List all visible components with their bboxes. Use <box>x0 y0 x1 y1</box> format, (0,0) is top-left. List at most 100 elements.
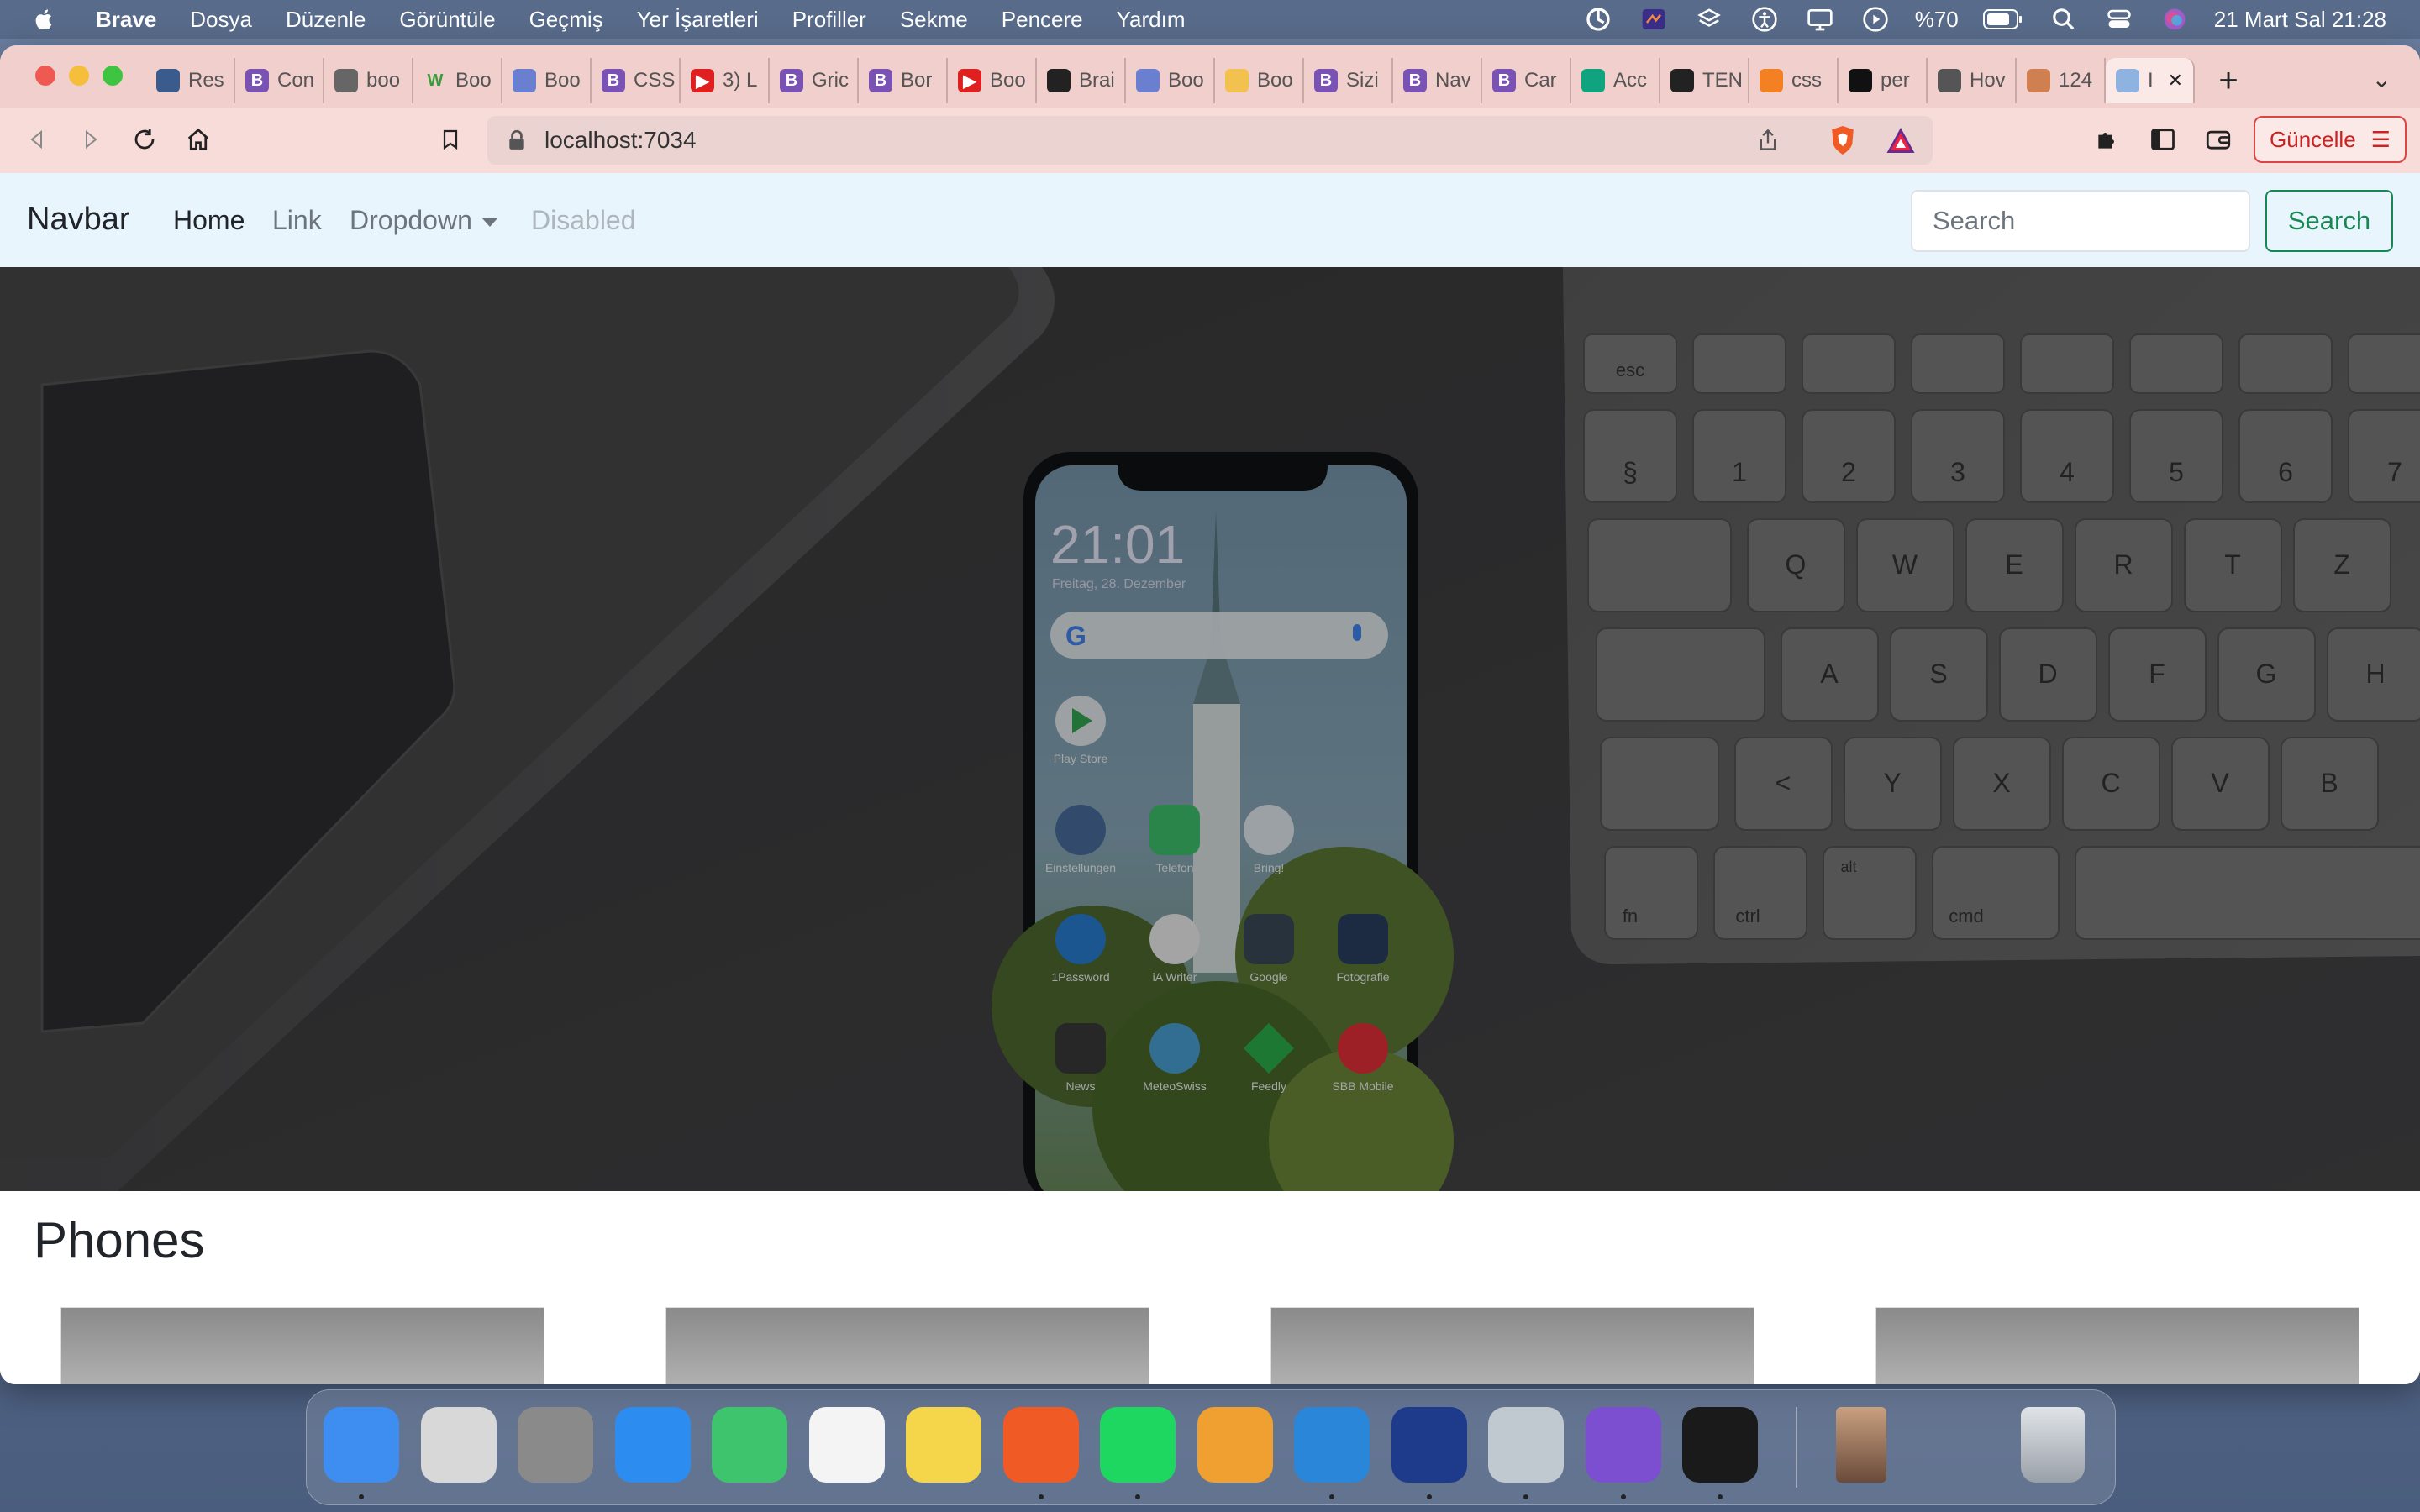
browser-tab[interactable]: per <box>1839 58 1928 103</box>
menu-sekme[interactable]: Sekme <box>900 7 968 33</box>
forward-button[interactable] <box>76 124 106 155</box>
browser-tab[interactable]: Acc <box>1571 58 1660 103</box>
browser-tab[interactable]: W Boo <box>413 58 502 103</box>
menu-yer-isaretleri[interactable]: Yer İşaretleri <box>637 7 759 33</box>
browser-tab[interactable]: B Sizi <box>1304 58 1393 103</box>
dock-system-preferences-icon[interactable] <box>518 1407 593 1483</box>
w3-icon <box>1136 69 1160 92</box>
play-icon[interactable] <box>1860 4 1891 34</box>
browser-tab[interactable]: B Nav <box>1393 58 1482 103</box>
display-icon[interactable] <box>1805 4 1835 34</box>
dock-running-indicator <box>1038 1494 1044 1499</box>
dock-trash-icon[interactable] <box>2021 1407 2085 1483</box>
menu-yardim[interactable]: Yardım <box>1117 7 1186 33</box>
dock-visual-studio-icon[interactable] <box>1585 1407 1661 1483</box>
accessibility-icon[interactable] <box>1749 4 1780 34</box>
browser-tab[interactable]: ▶ Boo <box>948 58 1037 103</box>
siri-icon[interactable] <box>2160 4 2190 34</box>
browser-tab[interactable]: TEN <box>1660 58 1749 103</box>
menu-goruntule[interactable]: Görüntüle <box>399 7 495 33</box>
battery-icon[interactable] <box>1982 4 2023 34</box>
dock-brave-icon[interactable] <box>1002 1407 1079 1483</box>
menu-app-brave[interactable]: Brave <box>96 7 156 33</box>
zoom-window-button[interactable] <box>103 66 123 86</box>
layers-icon[interactable] <box>1694 4 1724 34</box>
phone-card-image[interactable] <box>666 1307 1150 1384</box>
browser-tab[interactable]: Res <box>146 58 235 103</box>
sidebar-toggle-icon[interactable] <box>2148 124 2178 155</box>
browser-tab[interactable]: 124 <box>2017 58 2106 103</box>
dock-safari-icon[interactable] <box>614 1407 691 1483</box>
dock-terminal-icon[interactable] <box>1682 1407 1758 1483</box>
dock-mattermost-icon[interactable] <box>1391 1407 1467 1483</box>
apple-icon[interactable] <box>32 7 57 32</box>
update-button[interactable]: Güncelle ☰ <box>2254 116 2407 163</box>
search-input[interactable] <box>1911 190 2250 252</box>
browser-tab[interactable]: Boo <box>502 58 592 103</box>
home-button[interactable] <box>183 124 213 155</box>
dock-finder-icon[interactable] <box>324 1407 399 1483</box>
browser-tab[interactable]: Boo <box>1126 58 1215 103</box>
browser-tab[interactable]: B Car <box>1482 58 1571 103</box>
timer-icon[interactable] <box>1583 4 1613 34</box>
dock-pages-icon[interactable] <box>1197 1407 1273 1483</box>
phone-card-image[interactable] <box>60 1307 544 1384</box>
dock-facetime-icon[interactable] <box>712 1407 787 1483</box>
dock-reminders-icon[interactable] <box>808 1407 885 1483</box>
tab-label: I <box>2148 69 2154 92</box>
reload-button[interactable] <box>129 124 160 155</box>
brave-rewards-icon[interactable] <box>1886 126 1916 155</box>
dock-spotify-icon[interactable] <box>1100 1407 1176 1483</box>
menu-pencere[interactable]: Pencere <box>1002 7 1083 33</box>
screen-app-icon[interactable] <box>1639 4 1669 34</box>
browser-tab[interactable]: B Bor <box>859 58 948 103</box>
bookmark-button[interactable] <box>435 124 466 155</box>
menu-profiller[interactable]: Profiller <box>792 7 866 33</box>
minimize-window-button[interactable] <box>69 66 89 86</box>
phone-card-image[interactable] <box>1876 1307 2360 1384</box>
browser-tab[interactable]: I ✕ <box>2106 58 2195 103</box>
dock-separator <box>1796 1407 1797 1488</box>
nav-dropdown-toggle[interactable]: Dropdown <box>350 205 497 236</box>
browser-tab[interactable]: Hov <box>1928 58 2017 103</box>
dock-launchpad-icon[interactable] <box>420 1407 497 1483</box>
close-window-button[interactable] <box>35 66 55 86</box>
browser-tab[interactable]: boo <box>324 58 413 103</box>
extensions-puzzle-icon[interactable] <box>2092 124 2123 155</box>
search-button[interactable]: Search <box>2265 190 2393 252</box>
browser-tab[interactable]: ▶ 3) L <box>681 58 770 103</box>
spotlight-search-icon[interactable] <box>2049 4 2079 34</box>
dock-preview-icon[interactable] <box>1488 1407 1564 1483</box>
browser-tab[interactable]: Boo <box>1215 58 1304 103</box>
dock-visual-studio-code-icon[interactable] <box>1294 1407 1370 1483</box>
browser-tab[interactable]: css <box>1749 58 1839 103</box>
menu-gecmis[interactable]: Geçmiş <box>529 7 603 33</box>
nav-link-home[interactable]: Home <box>173 205 245 236</box>
menu-dosya[interactable]: Dosya <box>190 7 252 33</box>
dock-photo-thumbnail[interactable] <box>1836 1407 1886 1483</box>
new-tab-button[interactable]: + <box>2203 58 2254 103</box>
dock-notes-icon[interactable] <box>906 1407 981 1483</box>
globe-icon <box>334 69 358 92</box>
wallet-icon[interactable] <box>2203 124 2233 155</box>
youtube-icon: ▶ <box>958 69 981 92</box>
bootstrap-icon: B <box>1492 69 1516 92</box>
brave-shields-icon[interactable] <box>1828 124 1857 156</box>
browser-tab[interactable]: B Con <box>235 58 324 103</box>
share-icon[interactable] <box>1756 128 1780 153</box>
tab-list-chevron-icon[interactable]: ⌄ <box>2372 66 2391 93</box>
address-bar[interactable]: localhost:7034 <box>487 116 1933 165</box>
phone-card-image[interactable] <box>1270 1307 1754 1384</box>
nav-link-link[interactable]: Link <box>272 205 322 236</box>
menu-duzenle[interactable]: Düzenle <box>286 7 366 33</box>
navbar-brand[interactable]: Navbar <box>27 202 130 238</box>
back-button[interactable] <box>22 124 52 155</box>
clock-datetime[interactable]: 21 Mart Sal 21:28 <box>2214 7 2386 33</box>
stackoverflow-icon <box>1760 69 1783 92</box>
url-text[interactable]: localhost:7034 <box>544 127 697 154</box>
close-tab-icon[interactable]: ✕ <box>2168 70 2183 92</box>
browser-tab[interactable]: B CSS <box>592 58 681 103</box>
browser-tab[interactable]: B Gric <box>770 58 859 103</box>
browser-tab[interactable]: Brai <box>1037 58 1126 103</box>
control-center-icon[interactable] <box>2104 4 2134 34</box>
